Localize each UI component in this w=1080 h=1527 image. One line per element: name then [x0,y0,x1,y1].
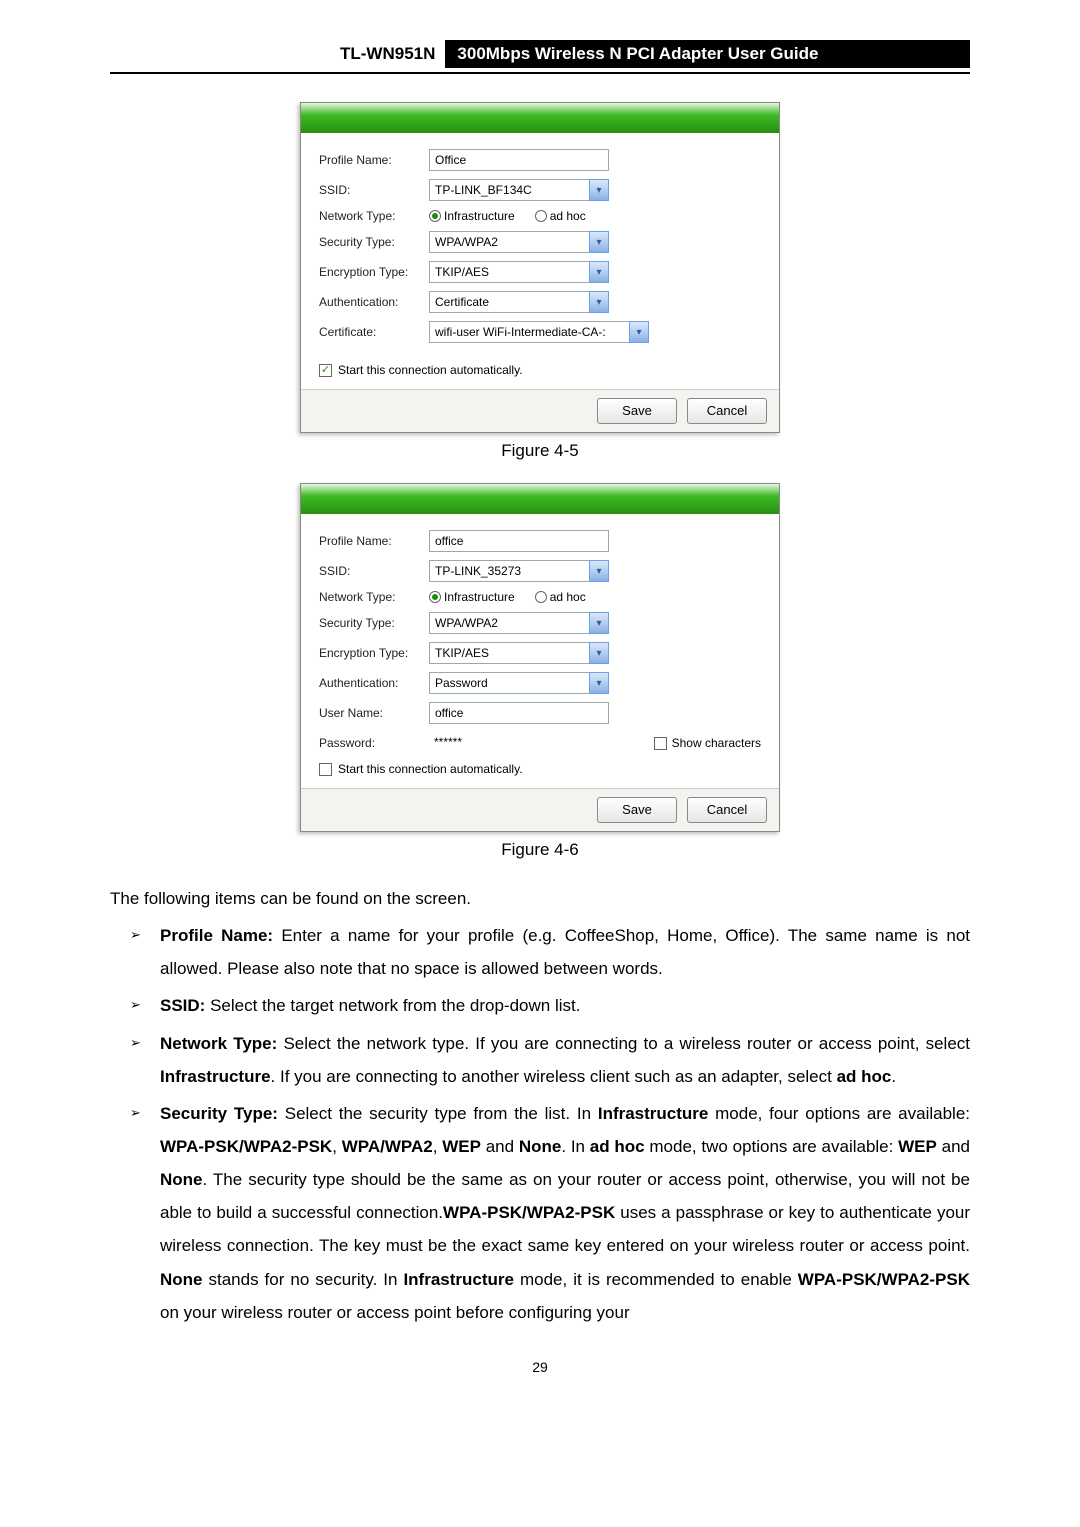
security-type-label: Security Type: [319,616,429,630]
encryption-type-label: Encryption Type: [319,265,429,279]
show-characters-checkbox[interactable] [654,737,667,750]
intro-text: The following items can be found on the … [110,882,970,915]
show-characters-label: Show characters [672,736,761,750]
dialog-titlebar [301,103,779,133]
encryption-type-dropdown[interactable]: TKIP/AES ▾ [429,642,609,664]
certificate-value: wifi-user WiFi-Intermediate-CA-: [429,321,629,343]
profile-name-label: Profile Name: [319,534,429,548]
security-type-dropdown[interactable]: WPA/WPA2 ▾ [429,612,609,634]
chevron-down-icon[interactable]: ▾ [589,672,609,694]
page-number: 29 [0,1359,1080,1375]
chevron-down-icon[interactable]: ▾ [629,321,649,343]
adhoc-label: ad hoc [550,209,586,223]
cancel-button[interactable]: Cancel [687,398,767,424]
list-item: ➢ Network Type: Select the network type.… [110,1027,970,1093]
auto-connect-checkbox[interactable] [319,364,332,377]
encryption-type-dropdown[interactable]: TKIP/AES ▾ [429,261,609,283]
authentication-value: Password [429,672,589,694]
security-type-label: Security Type: [319,235,429,249]
security-type-dropdown[interactable]: WPA/WPA2 ▾ [429,231,609,253]
item-text: Select the target network from the drop-… [205,996,580,1015]
chevron-down-icon[interactable]: ▾ [589,291,609,313]
save-button[interactable]: Save [597,398,677,424]
encryption-type-label: Encryption Type: [319,646,429,660]
cancel-button[interactable]: Cancel [687,797,767,823]
auto-connect-label: Start this connection automatically. [338,762,523,776]
figure-caption: Figure 4-6 [110,840,970,860]
list-item: ➢ Security Type: Select the security typ… [110,1097,970,1329]
bullet-icon: ➢ [130,992,141,1017]
authentication-label: Authentication: [319,295,429,309]
bullet-icon: ➢ [130,1030,141,1055]
adhoc-radio[interactable]: ad hoc [535,590,586,604]
chevron-down-icon[interactable]: ▾ [589,179,609,201]
chevron-down-icon[interactable]: ▾ [589,612,609,634]
list-item: ➢ SSID: Select the target network from t… [110,989,970,1022]
infrastructure-label: Infrastructure [444,209,515,223]
bullet-icon: ➢ [130,1100,141,1125]
profile-name-label: Profile Name: [319,153,429,167]
ssid-label: SSID: [319,183,429,197]
infrastructure-label: Infrastructure [444,590,515,604]
bullet-icon: ➢ [130,922,141,947]
figure-caption: Figure 4-5 [110,441,970,461]
header-rule [110,72,970,74]
list-item: ➢ Profile Name: Enter a name for your pr… [110,919,970,985]
auto-connect-label: Start this connection automatically. [338,363,523,377]
adhoc-label: ad hoc [550,590,586,604]
network-type-label: Network Type: [319,590,429,604]
authentication-value: Certificate [429,291,589,313]
infrastructure-radio[interactable]: Infrastructure [429,209,515,223]
item-label: Profile Name: [160,926,273,945]
ssid-value: TP-LINK_35273 [429,560,589,582]
profile-name-input[interactable]: Office [429,149,609,171]
profile-name-input[interactable]: office [429,530,609,552]
authentication-dropdown[interactable]: Password ▾ [429,672,609,694]
model-number: TL-WN951N [340,40,445,68]
item-label: Security Type: [160,1104,278,1123]
infrastructure-radio[interactable]: Infrastructure [429,590,515,604]
item-label: Network Type: [160,1034,277,1053]
doc-header: TL-WN951N 300Mbps Wireless N PCI Adapter… [340,40,970,68]
profile-dialog-2: Profile Name: office SSID: TP-LINK_35273… [300,483,780,832]
network-type-label: Network Type: [319,209,429,223]
chevron-down-icon[interactable]: ▾ [589,261,609,283]
certificate-label: Certificate: [319,325,429,339]
ssid-dropdown[interactable]: TP-LINK_BF134C ▾ [429,179,609,201]
authentication-dropdown[interactable]: Certificate ▾ [429,291,609,313]
authentication-label: Authentication: [319,676,429,690]
security-type-value: WPA/WPA2 [429,231,589,253]
save-button[interactable]: Save [597,797,677,823]
encryption-type-value: TKIP/AES [429,261,589,283]
dialog-titlebar [301,484,779,514]
security-type-value: WPA/WPA2 [429,612,589,634]
ssid-dropdown[interactable]: TP-LINK_35273 ▾ [429,560,609,582]
item-text: Enter a name for your profile (e.g. Coff… [160,926,970,978]
chevron-down-icon[interactable]: ▾ [589,642,609,664]
doc-title: 300Mbps Wireless N PCI Adapter User Guid… [445,40,970,68]
chevron-down-icon[interactable]: ▾ [589,231,609,253]
username-label: User Name: [319,706,429,720]
ssid-label: SSID: [319,564,429,578]
password-label: Password: [319,736,429,750]
chevron-down-icon[interactable]: ▾ [589,560,609,582]
profile-dialog-1: Profile Name: Office SSID: TP-LINK_BF134… [300,102,780,433]
adhoc-radio[interactable]: ad hoc [535,209,586,223]
encryption-type-value: TKIP/AES [429,642,589,664]
ssid-value: TP-LINK_BF134C [429,179,589,201]
item-label: SSID: [160,996,205,1015]
auto-connect-checkbox[interactable] [319,763,332,776]
username-input[interactable]: office [429,702,609,724]
password-input[interactable]: ****** [429,732,569,754]
certificate-dropdown[interactable]: wifi-user WiFi-Intermediate-CA-: ▾ [429,321,649,343]
